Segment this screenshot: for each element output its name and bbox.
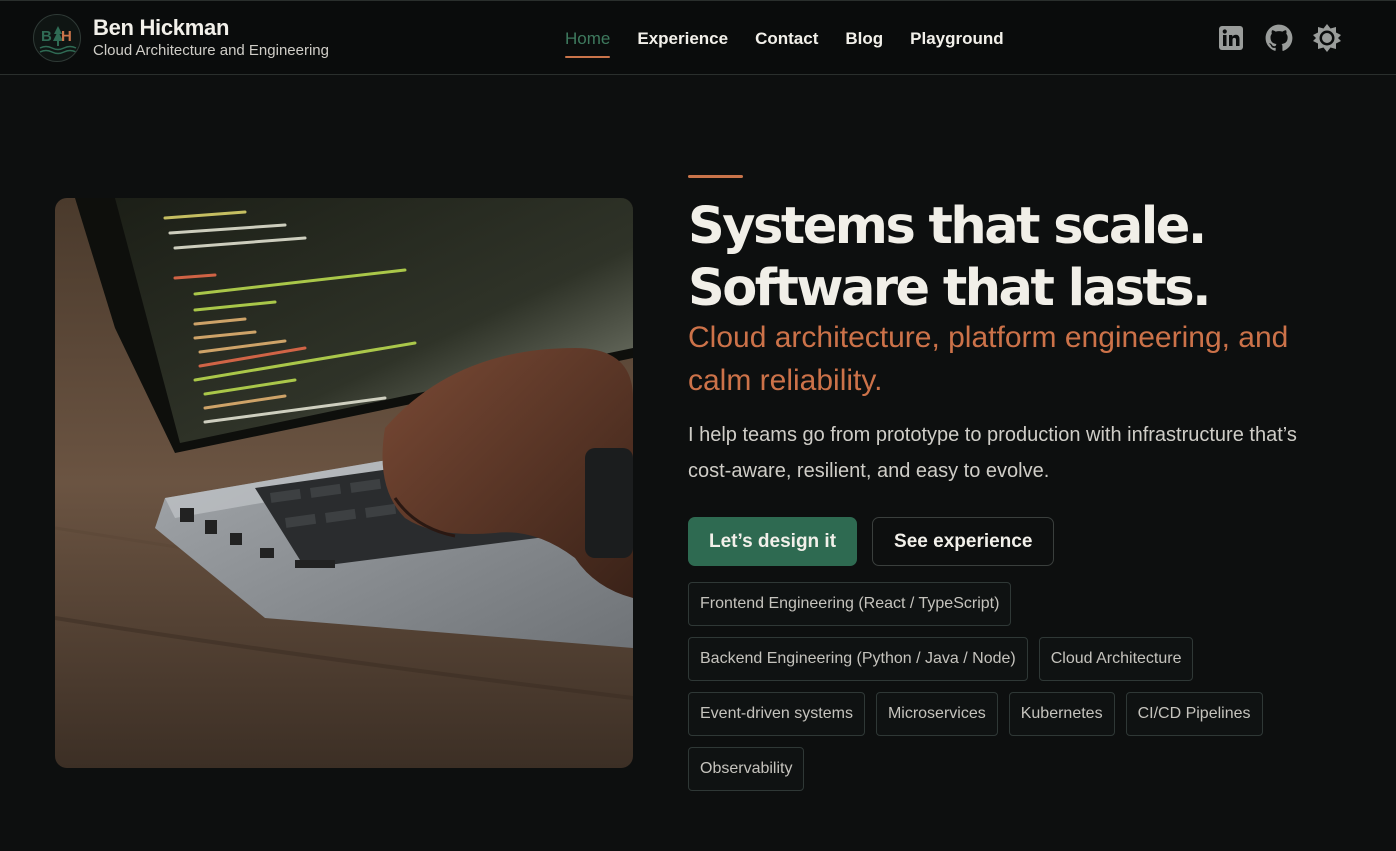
github-icon[interactable] xyxy=(1264,23,1294,53)
see-experience-button[interactable]: See experience xyxy=(872,517,1055,566)
logo-h: H xyxy=(61,28,72,45)
main-nav: Home Experience Contact Blog Playground xyxy=(565,29,1031,58)
cta-row: Let’s design it See experience xyxy=(688,517,1055,566)
hero-headline: Systems that scale. Software that lasts. xyxy=(688,196,1368,320)
skill-chip: Observability xyxy=(688,747,805,791)
headline-line-1: Systems that scale. xyxy=(688,197,1207,256)
linkedin-icon[interactable] xyxy=(1216,23,1246,53)
header-icons xyxy=(1198,23,1342,53)
logo-b: B xyxy=(41,28,52,45)
skill-chip: Backend Engineering (Python / Java / Nod… xyxy=(688,637,1028,681)
headline-line-2: Software that lasts. xyxy=(688,259,1211,318)
nav-contact[interactable]: Contact xyxy=(755,29,818,49)
design-it-button[interactable]: Let’s design it xyxy=(688,517,858,566)
hero-description: I help teams go from prototype to produc… xyxy=(688,424,1297,482)
site-name: Ben Hickman xyxy=(93,15,230,40)
skill-chip: Event-driven systems xyxy=(688,692,865,736)
logo[interactable]: B H xyxy=(33,14,81,62)
nav-experience[interactable]: Experience xyxy=(637,29,728,49)
skill-chip: CI/CD Pipelines xyxy=(1125,692,1263,736)
accent-line xyxy=(688,175,743,178)
theme-toggle-icon[interactable] xyxy=(1312,23,1342,53)
nav-blog[interactable]: Blog xyxy=(845,29,883,49)
nav-home[interactable]: Home xyxy=(565,29,611,58)
hero-subhead: Cloud architecture, platform engineering… xyxy=(688,321,1289,397)
nav-playground[interactable]: Playground xyxy=(910,29,1004,49)
site-tagline: Cloud Architecture and Engineering xyxy=(93,42,329,59)
hero-image xyxy=(55,198,633,768)
skill-chip: Microservices xyxy=(875,692,998,736)
skill-chip: Cloud Architecture xyxy=(1038,637,1194,681)
brand[interactable]: B H Ben Hickman Cloud Architecture and E… xyxy=(33,14,329,62)
skill-chip: Frontend Engineering (React / TypeScript… xyxy=(688,582,1012,626)
skill-chip: Kubernetes xyxy=(1008,692,1115,736)
skills-list: Frontend Engineering (React / TypeScript… xyxy=(688,582,1328,802)
site-header: B H Ben Hickman Cloud Architecture and E… xyxy=(0,0,1396,75)
